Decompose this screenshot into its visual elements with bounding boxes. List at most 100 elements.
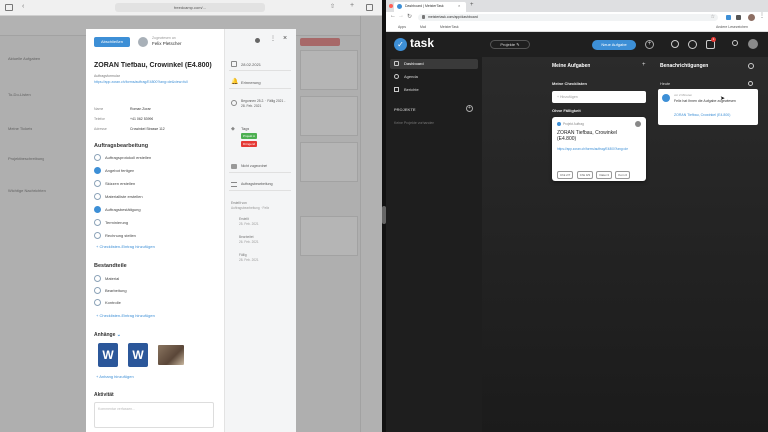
bookmark-item[interactable]: Mail bbox=[420, 25, 426, 29]
address-bar[interactable]: freedcamp.com/... bbox=[115, 3, 265, 12]
comment-input[interactable]: Kommentar verfassen... bbox=[94, 402, 214, 428]
new-tab-icon[interactable]: + bbox=[470, 2, 474, 8]
left-browser-toolbar: ‹ freedcamp.com/... ⇧ + bbox=[0, 0, 382, 16]
due-date-field[interactable]: 28.02.2021 bbox=[229, 59, 291, 71]
share-icon[interactable]: ⇧ bbox=[330, 3, 335, 10]
bookmarks-bar: Apps Mail MeisterTask Andere Lesezeichen bbox=[386, 23, 768, 32]
checkbox-checked-icon[interactable] bbox=[94, 206, 101, 213]
browser-tab[interactable]: Dashboard | MeisterTask × bbox=[394, 2, 466, 12]
column-title: Benachrichtigungen bbox=[660, 63, 709, 69]
add-checklist-label: Hinzufügen bbox=[560, 95, 578, 99]
notification-item[interactable]: vor 2 Minuten Felix hat Ihnen die Aufgab… bbox=[658, 89, 758, 125]
add-checklist-item-link[interactable]: + Checklisten-Eintrag hinzufügen bbox=[96, 313, 155, 318]
search-icon[interactable] bbox=[732, 40, 738, 46]
column-add-icon[interactable]: + bbox=[642, 62, 646, 68]
extension-icon[interactable] bbox=[736, 15, 741, 20]
timer-icon[interactable] bbox=[671, 40, 679, 48]
team-icon[interactable] bbox=[688, 40, 697, 49]
notification-section-label: Heute bbox=[660, 82, 671, 86]
checkbox-empty-icon[interactable] bbox=[94, 287, 101, 294]
task-title[interactable]: ZORAN Tiefbau, Crowinkel (E4.800) bbox=[94, 62, 212, 69]
checkbox-empty-icon[interactable] bbox=[94, 180, 101, 187]
card-status-icon[interactable] bbox=[635, 121, 641, 127]
new-tab-icon[interactable]: + bbox=[350, 2, 354, 9]
tabs-overview-icon[interactable] bbox=[366, 4, 373, 11]
notification-task-link[interactable]: ZORAN Tiefbau, Crowinkel (E4.800) bbox=[674, 113, 754, 117]
profile-avatar[interactable] bbox=[748, 14, 755, 21]
checkbox-empty-icon[interactable] bbox=[94, 193, 101, 200]
new-task-button[interactable]: Neue Aufgabe bbox=[592, 40, 636, 50]
bookmark-item[interactable]: MeisterTask bbox=[440, 25, 459, 29]
add-attachment-link[interactable]: + Anhang hinzufügen bbox=[96, 374, 134, 379]
checkbox-empty-icon[interactable] bbox=[94, 232, 101, 239]
add-item-label: Checklisten-Eintrag hinzufügen bbox=[99, 244, 155, 249]
checklist-item[interactable]: Material bbox=[94, 275, 214, 282]
notification-time: vor 2 Minuten bbox=[674, 93, 693, 97]
list-icon bbox=[231, 182, 237, 187]
status-field[interactable]: Auftragsbearbeitung bbox=[229, 179, 291, 191]
date-range-field[interactable]: Begonnen 25.2. · Fällig 2021 - 28. Feb. … bbox=[229, 99, 291, 115]
notification-settings-icon[interactable] bbox=[748, 63, 754, 69]
other-bookmarks[interactable]: Andere Lesezeichen bbox=[716, 25, 748, 29]
card-link[interactable]: https://app.zoran.ch/forms/auftrag/E4800… bbox=[557, 147, 641, 167]
sidebar-toggle-icon[interactable] bbox=[5, 4, 13, 11]
notification-avatar bbox=[662, 94, 670, 102]
checklist-item[interactable]: Skizzen erstellen bbox=[94, 180, 214, 187]
user-avatar[interactable] bbox=[748, 39, 758, 49]
assignee-name[interactable]: Felix Pletscher bbox=[152, 41, 182, 46]
checklist-item[interactable]: Angebot fertigen bbox=[94, 167, 214, 174]
task-card[interactable]: Projekt Auftrag ZORAN Tiefbau, Crowinkel… bbox=[552, 117, 646, 181]
card-title: ZORAN Tiefbau, Crowinkel (E4.800) bbox=[557, 130, 618, 142]
checkbox-empty-icon[interactable] bbox=[94, 219, 101, 226]
forward-icon[interactable]: → bbox=[398, 13, 404, 19]
reminder-field[interactable]: 🔔 Erinnerung bbox=[229, 77, 291, 89]
app-logo-text[interactable]: task bbox=[410, 36, 434, 50]
checkbox-empty-icon[interactable] bbox=[94, 299, 101, 306]
nav-item-dashboard[interactable]: Dashboard bbox=[390, 59, 478, 69]
user-icon[interactable] bbox=[255, 38, 260, 43]
tab-close-icon[interactable]: × bbox=[458, 3, 460, 8]
nav-item-agenda[interactable]: Agenda bbox=[390, 72, 478, 82]
checklist-item[interactable]: Terminierung bbox=[94, 219, 214, 226]
more-icon[interactable]: ⋮ bbox=[270, 35, 276, 42]
assignee-avatar[interactable] bbox=[138, 37, 148, 47]
reload-icon[interactable]: ↻ bbox=[407, 13, 412, 20]
menu-icon[interactable]: ⋮ bbox=[759, 12, 765, 19]
checklist-item[interactable]: Auftragsprotokoll erstellen bbox=[94, 154, 214, 161]
checklist-item[interactable]: Auftragsbestätigung bbox=[94, 206, 214, 213]
image-thumbnail[interactable] bbox=[158, 345, 184, 365]
back-icon[interactable]: ← bbox=[390, 13, 396, 19]
projects-button[interactable]: Projekte ✎ bbox=[490, 40, 530, 49]
checkbox-checked-icon[interactable] bbox=[94, 167, 101, 174]
word-file-icon[interactable]: W bbox=[128, 343, 148, 367]
app-logo-icon[interactable]: ✓ bbox=[394, 38, 407, 51]
project-field[interactable]: Nicht zugeordnet bbox=[229, 161, 291, 173]
checkbox-empty-icon[interactable] bbox=[94, 275, 101, 282]
notification-settings-icon[interactable] bbox=[748, 81, 753, 86]
star-icon[interactable]: ☆ bbox=[711, 14, 715, 20]
checklist-item[interactable]: Bearbeitung bbox=[94, 287, 214, 294]
add-icon[interactable]: + bbox=[645, 40, 654, 49]
task-link[interactable]: https://app.zoran.ch/forms/auftrag/E4800… bbox=[94, 80, 214, 95]
tag-badge[interactable]: Projekt A bbox=[241, 133, 258, 139]
checklist-title: Auftragsbearbeitung bbox=[94, 143, 149, 149]
mark-complete-button[interactable]: Abschließen bbox=[94, 37, 130, 47]
extension-icon[interactable] bbox=[726, 15, 731, 20]
add-checklist-field[interactable]: + Hinzufügen bbox=[552, 91, 646, 103]
back-icon[interactable]: ‹ bbox=[22, 3, 24, 10]
projects-heading: PROJEKTE bbox=[394, 107, 416, 112]
add-checklist-item-link[interactable]: + Checklisten-Eintrag hinzufügen bbox=[96, 244, 155, 249]
window-dot[interactable] bbox=[389, 4, 393, 8]
tag-badge[interactable]: Dringend bbox=[241, 141, 258, 147]
nav-item-reports[interactable]: Berichte bbox=[390, 85, 478, 95]
checklist-item[interactable]: Rechnung stellen bbox=[94, 232, 214, 239]
word-file-icon[interactable]: W bbox=[98, 343, 118, 367]
close-icon[interactable]: × bbox=[283, 35, 287, 42]
url-bar[interactable]: meistertask.com/app/dashboard ☆ bbox=[418, 14, 718, 21]
add-project-icon[interactable]: + bbox=[466, 105, 473, 112]
checkbox-empty-icon[interactable] bbox=[94, 154, 101, 161]
checklist-item[interactable]: Kontrolle bbox=[94, 299, 214, 306]
checklist-item-label: Material bbox=[105, 276, 120, 281]
checklist-item[interactable]: Materialliste erstellen bbox=[94, 193, 214, 200]
bookmark-item[interactable]: Apps bbox=[398, 25, 406, 29]
